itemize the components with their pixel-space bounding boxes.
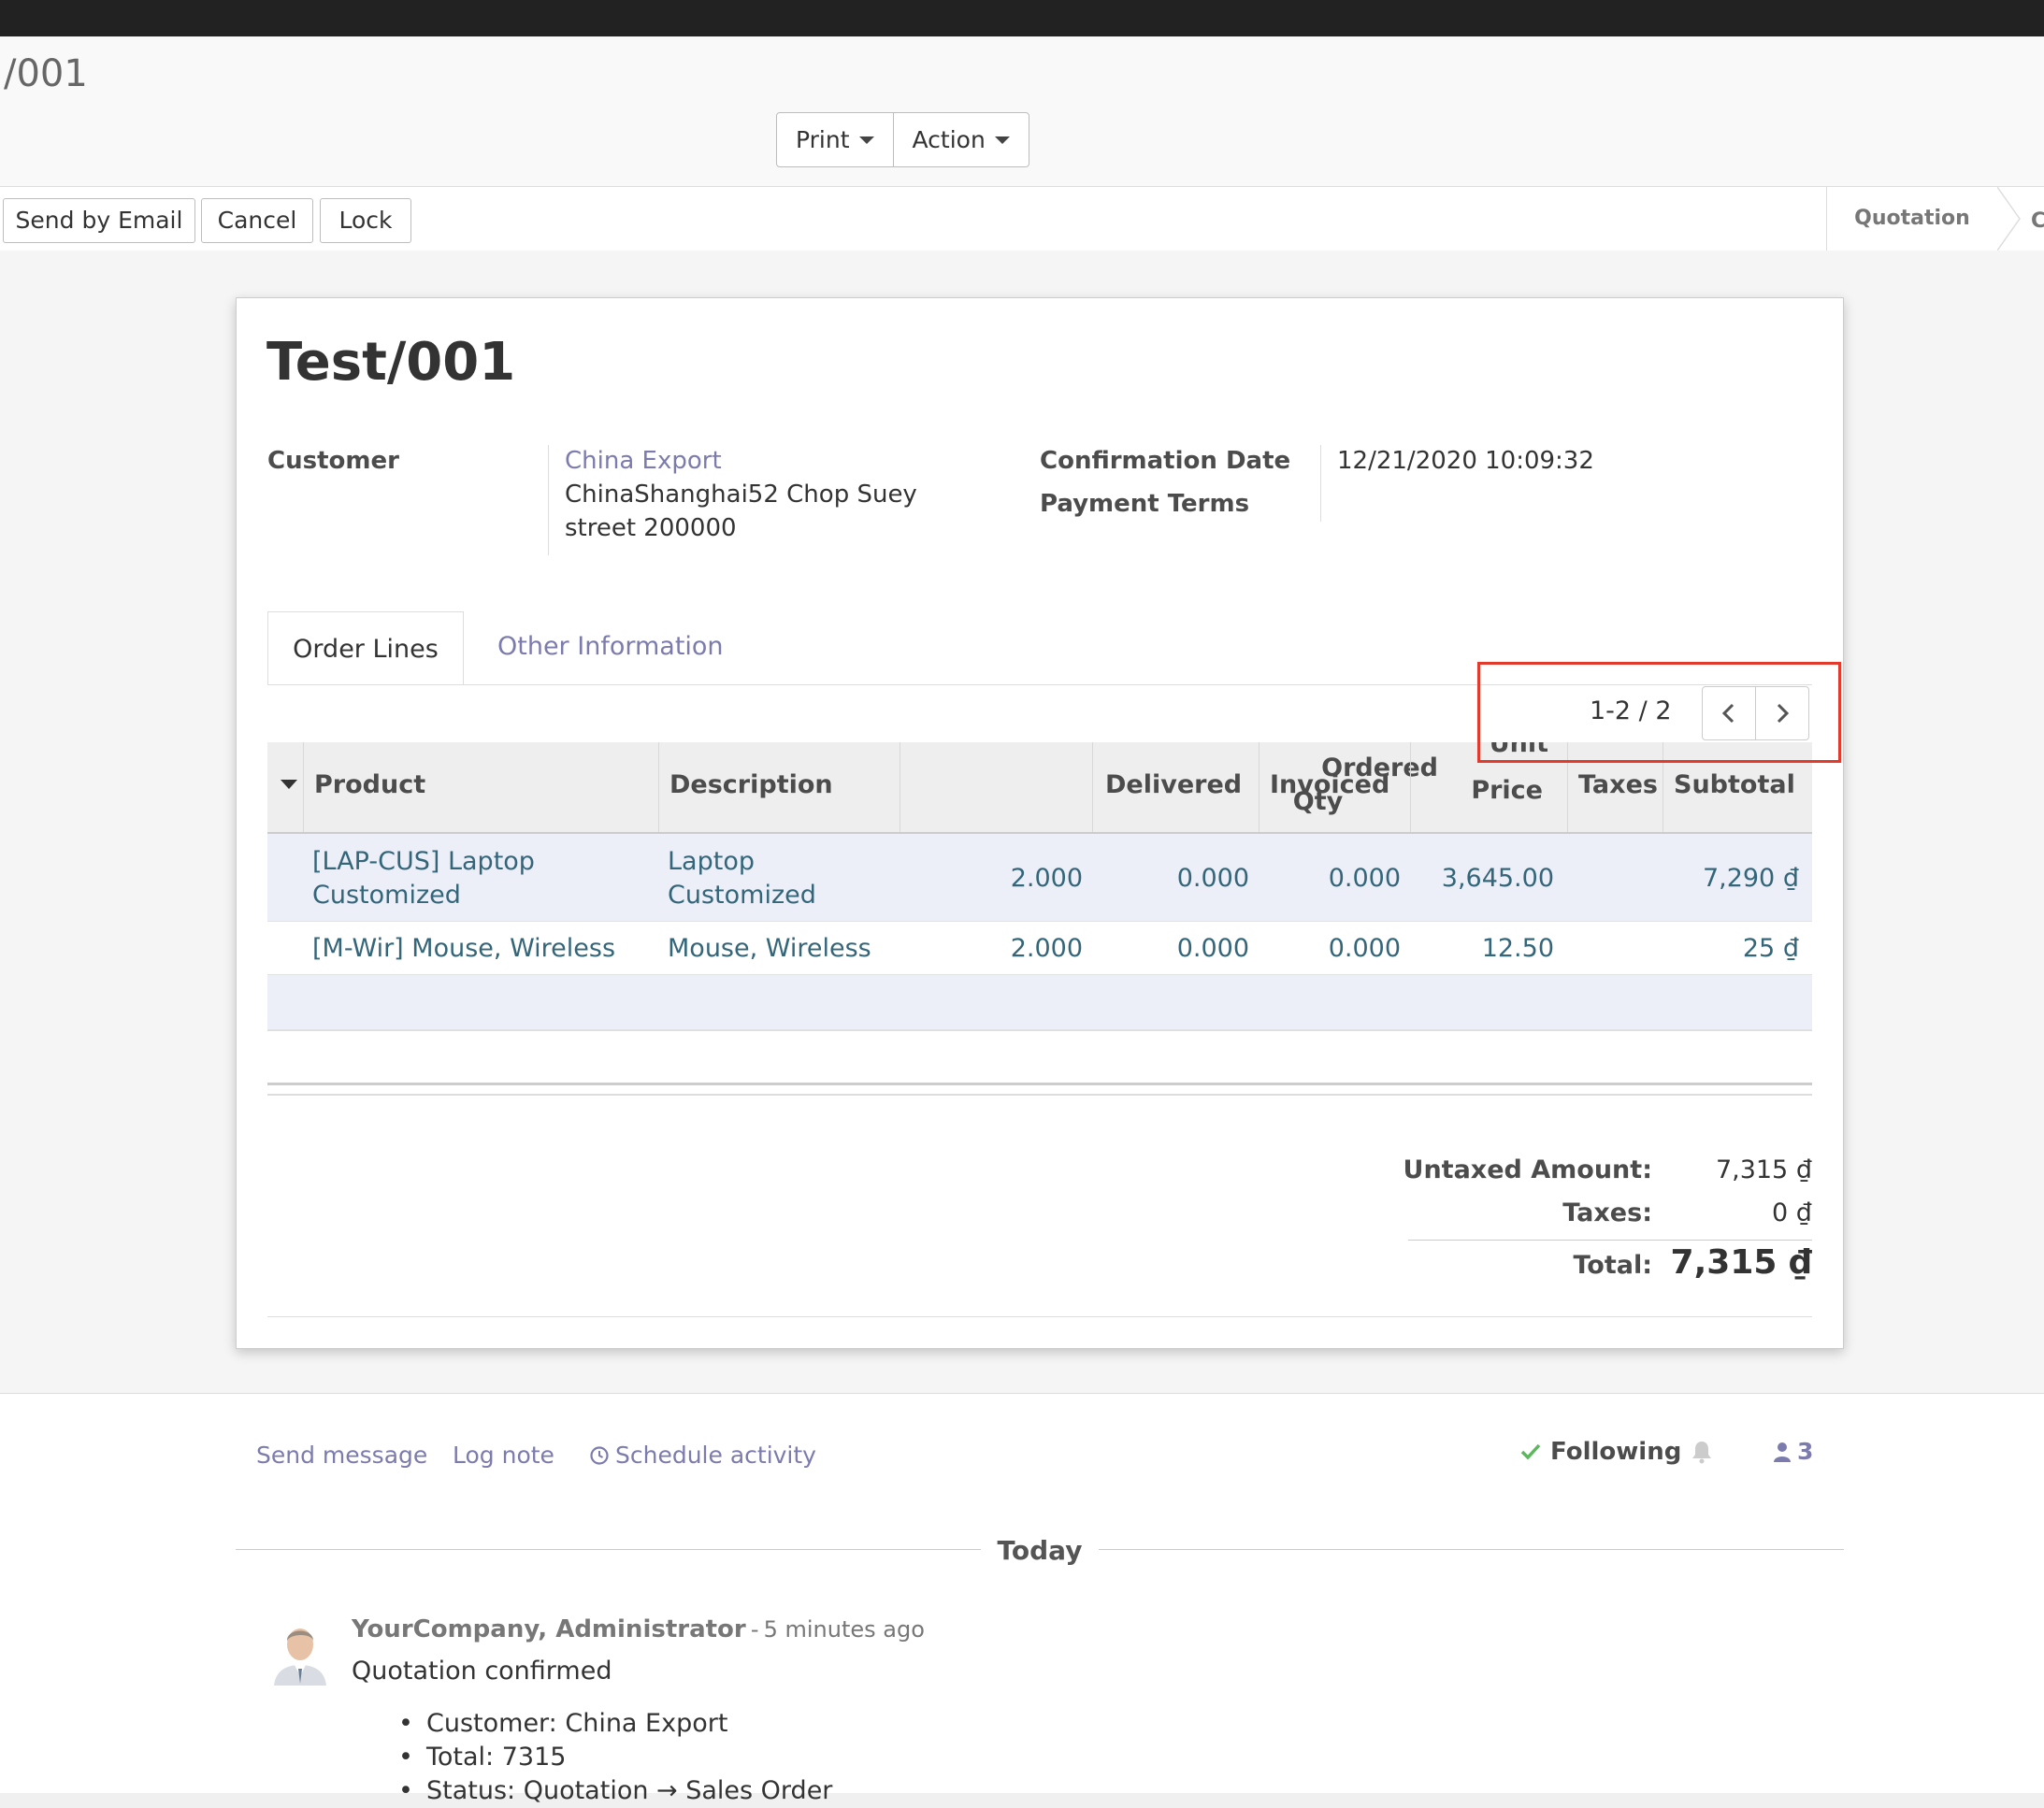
date-separator: Today [997,1535,1083,1566]
total-value: 7,315 ₫ [1670,1243,1812,1282]
row-unit-price: 12.50 [1481,934,1554,963]
cancel-button[interactable]: Cancel [201,198,313,243]
column-header-invoiced[interactable]: Invoiced [1270,768,1389,802]
column-header-product[interactable]: Product [314,768,425,802]
row-delivered: 0.000 [1176,864,1249,893]
row-description: Mouse, Wireless [668,934,871,963]
stage-chevron-icon: C [1997,187,2044,251]
log-note-button[interactable]: Log note [453,1442,554,1469]
taxes-value: 0 ₫ [1772,1198,1812,1227]
bell-icon[interactable] [1691,1440,1713,1464]
message-time: 5 minutes ago [763,1616,925,1643]
product-line2: Customized [312,881,461,910]
send-by-email-button[interactable]: Send by Email [3,198,195,243]
totals-divider [1408,1240,1812,1241]
date-separator-line [1099,1549,1844,1550]
column-header-subtotal[interactable]: Subtotal [1674,768,1795,802]
row-subtotal: 7,290 ₫ [1702,864,1799,893]
send-message-button[interactable]: Send message [256,1442,427,1469]
message-header: YourCompany, Administrator - 5 minutes a… [352,1615,925,1643]
customer-label: Customer [267,447,399,475]
clock-icon [590,1445,609,1465]
column-header-description[interactable]: Description [669,768,833,802]
schedule-activity-label: Schedule activity [615,1442,816,1469]
user-icon [1774,1442,1791,1462]
caret-down-icon [994,136,1010,144]
untaxed-amount-value: 7,315 ₫ [1715,1155,1812,1184]
row-ordered-qty: 2.000 [1010,934,1083,963]
confirmation-date-label: Confirmation Date [1040,447,1291,475]
caret-down-icon[interactable] [281,780,297,791]
table-row[interactable]: [LAP-CUS] Laptop Customized Laptop Custo… [267,834,1812,922]
caret-down-icon [858,136,874,144]
toolbar-button-group: Print Action [776,112,1029,167]
table-row-border [267,1030,1812,1031]
table-row[interactable]: [M-Wir] Mouse, Wireless Mouse, Wireless … [267,922,1812,975]
message-author[interactable]: YourCompany, Administrator [352,1615,746,1643]
sheet-bottom-divider [267,1316,1812,1317]
row-subtotal: 25 ₫ [1742,934,1799,963]
row-invoiced: 0.000 [1328,864,1401,893]
following-label: Following [1550,1438,1682,1466]
print-label: Print [796,126,850,153]
lock-button[interactable]: Lock [320,198,411,243]
column-header-delivered[interactable]: Delivered [1105,768,1242,802]
action-button[interactable]: Action [892,113,1029,166]
row-product: [LAP-CUS] Laptop Customized [312,845,535,912]
description-line1: Laptop [668,847,755,876]
status-bar: Send by Email Cancel Lock Quotation C [0,186,2044,251]
row-product: [M-Wir] Mouse, Wireless [312,934,616,963]
message-dash: - [750,1616,759,1643]
tab-other-information[interactable]: Other Information [497,632,724,661]
field-separator [1320,445,1321,522]
unit-price-header-line2: Price [1471,776,1543,805]
confirmation-date-value: 12/21/2020 10:09:32 [1337,447,1594,475]
followers-button[interactable]: 3 [1773,1438,1813,1465]
customer-address-line2: street 200000 [565,514,737,542]
tab-order-lines[interactable]: Order Lines [267,611,464,685]
breadcrumb[interactable]: /001 [4,52,88,95]
table-footer-separator [267,1083,1812,1096]
tracking-value: Total: 7315 [398,1741,832,1774]
payment-terms-label: Payment Terms [1040,490,1250,518]
page-title: Test/001 [266,332,516,393]
avatar[interactable] [270,1616,330,1686]
tracking-value: Status: Quotation → Sales Order [398,1774,832,1808]
total-label: Total: [1573,1251,1652,1280]
highlight-box [1477,662,1841,763]
tracking-value: Customer: China Export [398,1707,832,1741]
following-button[interactable]: Following [1520,1438,1713,1466]
column-header-taxes[interactable]: Taxes [1578,768,1658,802]
stage-next-label: C [2031,209,2044,233]
top-navbar [0,0,2044,36]
description-line2: Customized [668,881,816,910]
row-unit-price: 3,645.00 [1441,864,1554,893]
check-icon [1520,1443,1541,1460]
untaxed-amount-label: Untaxed Amount: [1403,1155,1652,1184]
row-description: Laptop Customized [668,845,816,912]
followers-count: 3 [1797,1438,1814,1465]
action-label: Action [912,126,986,153]
message-body: Quotation confirmed [352,1657,612,1686]
stage-quotation[interactable]: Quotation [1826,187,1997,251]
customer-link[interactable]: China Export [565,447,722,475]
field-separator [548,445,549,555]
taxes-label: Taxes: [1562,1198,1652,1227]
row-invoiced: 0.000 [1328,934,1401,963]
print-button[interactable]: Print [777,113,893,166]
table-row-empty[interactable] [267,975,1812,1030]
product-line1: [LAP-CUS] Laptop [312,847,535,876]
row-delivered: 0.000 [1176,934,1249,963]
date-separator-line [236,1549,981,1550]
row-ordered-qty: 2.000 [1010,864,1083,893]
customer-address-line1: ChinaShanghai52 Chop Suey [565,481,917,509]
schedule-activity-button[interactable]: Schedule activity [589,1442,816,1469]
